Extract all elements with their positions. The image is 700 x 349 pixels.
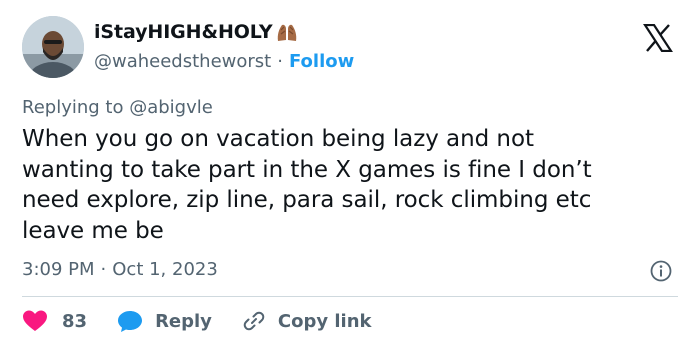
copy-link-button[interactable]: Copy link <box>242 309 372 333</box>
tweet-time: 3:09 PM <box>22 259 95 280</box>
heart-icon <box>23 310 47 331</box>
timestamp[interactable]: 3:09 PM · Oct 1, 2023 <box>22 259 218 280</box>
separator-dot: · <box>277 51 283 72</box>
tweet-line: wanting to take part in the X games is f… <box>22 156 592 183</box>
reply-label: Reply <box>155 310 212 332</box>
x-logo-icon[interactable] <box>643 24 673 52</box>
replying-to[interactable]: Replying to @abigvle <box>22 97 213 118</box>
reply-button[interactable]: Reply <box>117 309 212 333</box>
praying-hands-icon <box>275 21 299 43</box>
profile-photo-icon <box>22 16 84 78</box>
tweet-line: need explore, zip line, para sail, rock … <box>22 187 592 213</box>
like-button[interactable]: 83 <box>22 309 87 333</box>
tweet-card: iStayHIGH&HOLY @waheedstheworst · Follow… <box>0 0 700 349</box>
tweet-date: Oct 1, 2023 <box>112 259 218 280</box>
info-icon[interactable] <box>650 260 672 282</box>
handle[interactable]: @waheedstheworst <box>94 51 271 72</box>
display-name[interactable]: iStayHIGH&HOLY <box>94 21 273 43</box>
divider <box>22 296 678 297</box>
handle-row: @waheedstheworst · Follow <box>94 51 354 72</box>
tweet-line: leave me be <box>22 217 164 244</box>
like-count: 83 <box>62 310 88 332</box>
follow-button[interactable]: Follow <box>289 51 354 72</box>
tweet-text: When you go on vacation being lazy and n… <box>22 124 682 246</box>
separator-dot: · <box>100 259 107 280</box>
avatar[interactable] <box>22 16 84 78</box>
action-bar: 83 Reply Copy link <box>22 309 402 333</box>
name-row: iStayHIGH&HOLY <box>94 21 299 43</box>
speech-bubble-icon <box>118 311 143 332</box>
copy-link-label: Copy link <box>277 310 372 332</box>
link-icon <box>243 311 265 331</box>
tweet-line: When you go on vacation being lazy and n… <box>22 126 534 152</box>
